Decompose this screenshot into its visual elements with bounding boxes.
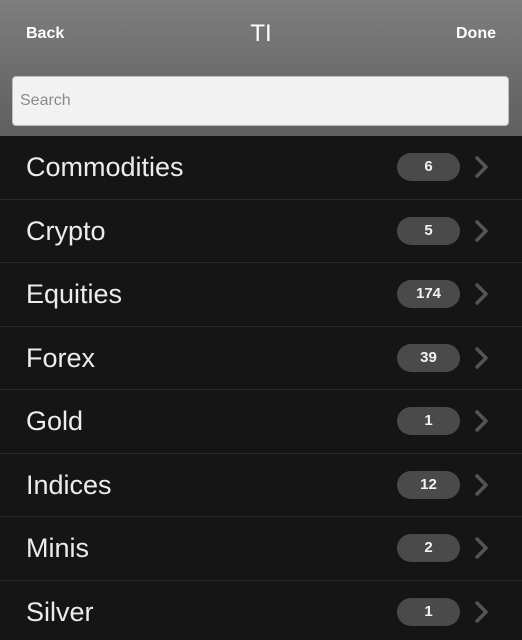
list-item-crypto[interactable]: Crypto 5 [0, 199, 522, 263]
category-label: Minis [26, 533, 90, 563]
chevron-right-icon [475, 537, 488, 559]
navigation-header: Back TI Done [0, 0, 522, 136]
list-item-commodities[interactable]: Commodities 6 [0, 136, 522, 200]
list-item-forex[interactable]: Forex 39 [0, 326, 522, 390]
list-item-silver[interactable]: Silver 1 [0, 580, 522, 640]
chevron-right-icon [475, 283, 488, 305]
chevron-right-icon [475, 410, 488, 432]
category-list: Commodities 6 Crypto 5 Equities 174 Fore… [0, 136, 522, 640]
page-title: TI [250, 20, 272, 47]
category-label: Forex [26, 342, 96, 373]
category-label: Indices [26, 469, 112, 500]
category-label: Gold [26, 406, 84, 436]
count-badge: 12 [397, 470, 460, 499]
category-label: Crypto [26, 215, 106, 246]
chevron-right-icon [475, 156, 488, 178]
count-badge: 174 [397, 280, 460, 308]
chevron-right-icon [475, 219, 488, 242]
back-button[interactable]: Back [26, 22, 64, 46]
count-badge: 5 [397, 216, 460, 245]
count-badge: 39 [397, 343, 460, 372]
list-item-equities[interactable]: Equities 174 [0, 263, 522, 327]
category-label: Commodities [26, 152, 184, 182]
count-badge: 1 [397, 597, 460, 626]
chevron-right-icon [475, 600, 488, 623]
count-badge: 6 [397, 153, 460, 181]
list-item-gold[interactable]: Gold 1 [0, 390, 522, 454]
category-label: Silver [26, 596, 94, 627]
list-item-minis[interactable]: Minis 2 [0, 517, 522, 581]
search-input[interactable] [12, 76, 509, 126]
chevron-right-icon [475, 473, 488, 496]
list-item-indices[interactable]: Indices 12 [0, 453, 522, 517]
count-badge: 1 [397, 407, 460, 435]
category-label: Equities [26, 279, 123, 309]
done-button[interactable]: Done [456, 22, 496, 46]
chevron-right-icon [475, 346, 488, 369]
instrument-category-screen: Back TI Done Commodities 6 Crypto 5 Equi… [0, 0, 522, 640]
count-badge: 2 [397, 534, 460, 562]
